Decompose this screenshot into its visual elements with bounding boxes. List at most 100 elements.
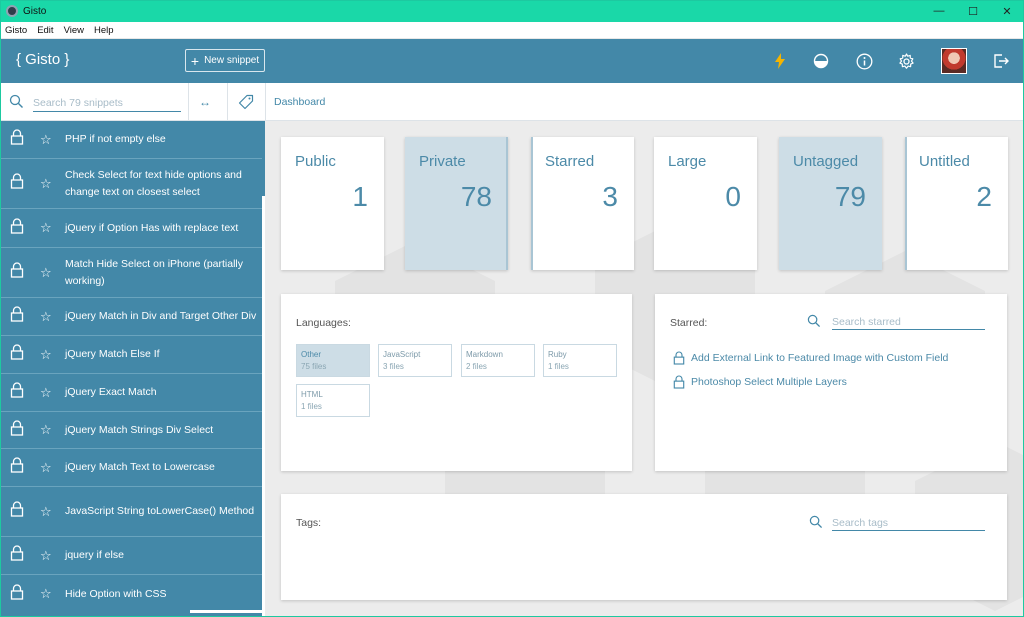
tags-card: Tags: [281, 494, 1007, 600]
list-item[interactable]: ☆ jQuery Match Strings Div Select [0, 412, 262, 449]
starred-card: Starred: Add External Link to Featured I… [655, 294, 1007, 471]
list-item[interactable]: ☆ Check Select for text hide options and… [0, 159, 262, 209]
language-name: HTML [301, 390, 323, 399]
list-item[interactable]: ☆ jQuery Match in Div and Target Other D… [0, 298, 262, 336]
language-name: JavaScript [383, 350, 421, 359]
snippet-title: Match Hide Select on iPhone (partially w… [65, 257, 244, 287]
language-files: 75 files [301, 362, 327, 371]
snippet-title: jquery if else [65, 549, 124, 561]
language-chip-other[interactable]: Other 75 files [296, 344, 370, 377]
language-name: Markdown [466, 350, 503, 359]
star-icon[interactable]: ☆ [40, 385, 52, 401]
snippet-title: jQuery Match Strings Div Select [65, 423, 214, 436]
logout-icon[interactable] [991, 51, 1011, 71]
search-snippets-input[interactable] [33, 94, 181, 112]
theme-icon[interactable] [811, 51, 831, 71]
menu-view[interactable]: View [59, 25, 89, 36]
starred-snippet[interactable]: Photoshop Select Multiple Layers [673, 375, 847, 389]
language-files: 1 files [301, 402, 322, 411]
lock-icon [673, 375, 685, 389]
close-button[interactable]: ✕ [990, 0, 1024, 22]
lock-icon [10, 262, 24, 283]
star-icon[interactable]: ☆ [40, 504, 52, 520]
list-item[interactable]: ☆ jQuery Match Text to Lowercase [0, 449, 262, 487]
search-starred-input[interactable] [832, 314, 985, 330]
star-icon[interactable]: ☆ [40, 460, 52, 476]
search-icon [809, 515, 823, 534]
avatar[interactable] [941, 48, 967, 74]
lock-icon [10, 129, 24, 150]
card-edge [905, 137, 907, 270]
star-icon[interactable]: ☆ [40, 265, 52, 281]
lock-icon [10, 501, 24, 522]
plus-icon: + [190, 52, 200, 69]
list-item[interactable]: ☆ Hide Option with CSS [0, 575, 262, 613]
star-icon[interactable]: ☆ [40, 548, 52, 564]
settings-icon[interactable] [896, 51, 916, 71]
star-icon[interactable]: ☆ [40, 309, 52, 325]
lock-icon [10, 344, 24, 365]
language-chip-ruby[interactable]: Ruby 1 files [543, 344, 617, 377]
language-files: 1 files [548, 362, 569, 371]
window-titlebar: Gisto — ☐ ✕ [0, 0, 1024, 22]
star-icon[interactable]: ☆ [40, 586, 52, 602]
star-icon[interactable]: ☆ [40, 347, 52, 363]
snippet-title: jQuery Match Else If [65, 348, 160, 360]
menu-help[interactable]: Help [89, 25, 119, 36]
stat-value: 78 [460, 181, 492, 212]
list-item[interactable]: ☆ jQuery if Option Has with replace text [0, 209, 262, 248]
star-icon[interactable]: ☆ [40, 422, 52, 438]
breadcrumb: Dashboard [274, 96, 326, 108]
starred-snippet-title: Add External Link to Featured Image with… [691, 352, 949, 364]
stat-card-private[interactable]: Private 78 [405, 137, 508, 270]
divider [265, 83, 266, 121]
stat-value: 79 [834, 181, 866, 212]
list-item[interactable]: ☆ jQuery Match Else If [0, 336, 262, 374]
star-icon[interactable]: ☆ [40, 132, 52, 148]
stat-card-public[interactable]: Public 1 [281, 137, 384, 270]
horizontal-scrollbar[interactable] [190, 610, 262, 613]
language-chip-javascript[interactable]: JavaScript 3 files [378, 344, 452, 377]
menu-edit[interactable]: Edit [32, 25, 58, 36]
search-tags-input[interactable] [832, 515, 985, 531]
minimize-button[interactable]: — [922, 0, 956, 22]
stat-card-large[interactable]: Large 0 [654, 137, 757, 270]
starred-snippet[interactable]: Add External Link to Featured Image with… [673, 351, 948, 365]
new-snippet-button[interactable]: + New snippet [185, 49, 265, 72]
expand-sidebar-icon[interactable]: ↔ [199, 95, 211, 109]
stat-card-untagged[interactable]: Untagged 79 [779, 137, 882, 270]
stat-label: Public [295, 153, 336, 170]
card-edge [531, 137, 533, 270]
stat-label: Untagged [793, 153, 859, 170]
list-item[interactable]: ☆ JavaScript String toLowerCase() Method [0, 487, 262, 537]
stat-label: Private [419, 153, 466, 170]
list-item[interactable]: ☆ jquery if else [0, 537, 262, 575]
languages-card: Languages: Other 75 files JavaScript 3 f… [281, 294, 632, 471]
search-icon [807, 314, 821, 333]
lock-icon [673, 351, 685, 365]
language-chip-html[interactable]: HTML 1 files [296, 384, 370, 417]
info-icon[interactable] [854, 51, 874, 71]
tag-icon[interactable] [238, 94, 254, 115]
snippet-title: JavaScript String toLowerCase() Method [65, 505, 255, 517]
starred-title: Starred: [670, 317, 708, 329]
language-files: 3 files [383, 362, 404, 371]
list-item[interactable]: ☆ jQuery Exact Match [0, 374, 262, 412]
menu-gisto[interactable]: Gisto [0, 25, 32, 36]
maximize-button[interactable]: ☐ [956, 0, 990, 22]
star-icon[interactable]: ☆ [40, 176, 52, 192]
snippet-title: Check Select for text hide options and c… [65, 168, 242, 198]
star-icon[interactable]: ☆ [40, 220, 52, 236]
lock-icon [10, 306, 24, 327]
list-item[interactable]: ☆ Match Hide Select on iPhone (partially… [0, 248, 262, 298]
app-header: { Gisto } + New snippet [0, 39, 1024, 83]
toolbar-row: ↔ Dashboard [0, 83, 1024, 121]
lightning-icon[interactable] [770, 51, 790, 71]
divider [227, 83, 228, 121]
language-chip-markdown[interactable]: Markdown 2 files [461, 344, 535, 377]
stat-card-untitled[interactable]: Untitled 2 [905, 137, 1008, 270]
language-name: Ruby [548, 350, 567, 359]
list-item[interactable]: ☆ PHP if not empty else [0, 121, 262, 159]
snippet-title: jQuery if Option Has with replace text [65, 221, 239, 234]
stat-card-starred[interactable]: Starred 3 [531, 137, 634, 270]
